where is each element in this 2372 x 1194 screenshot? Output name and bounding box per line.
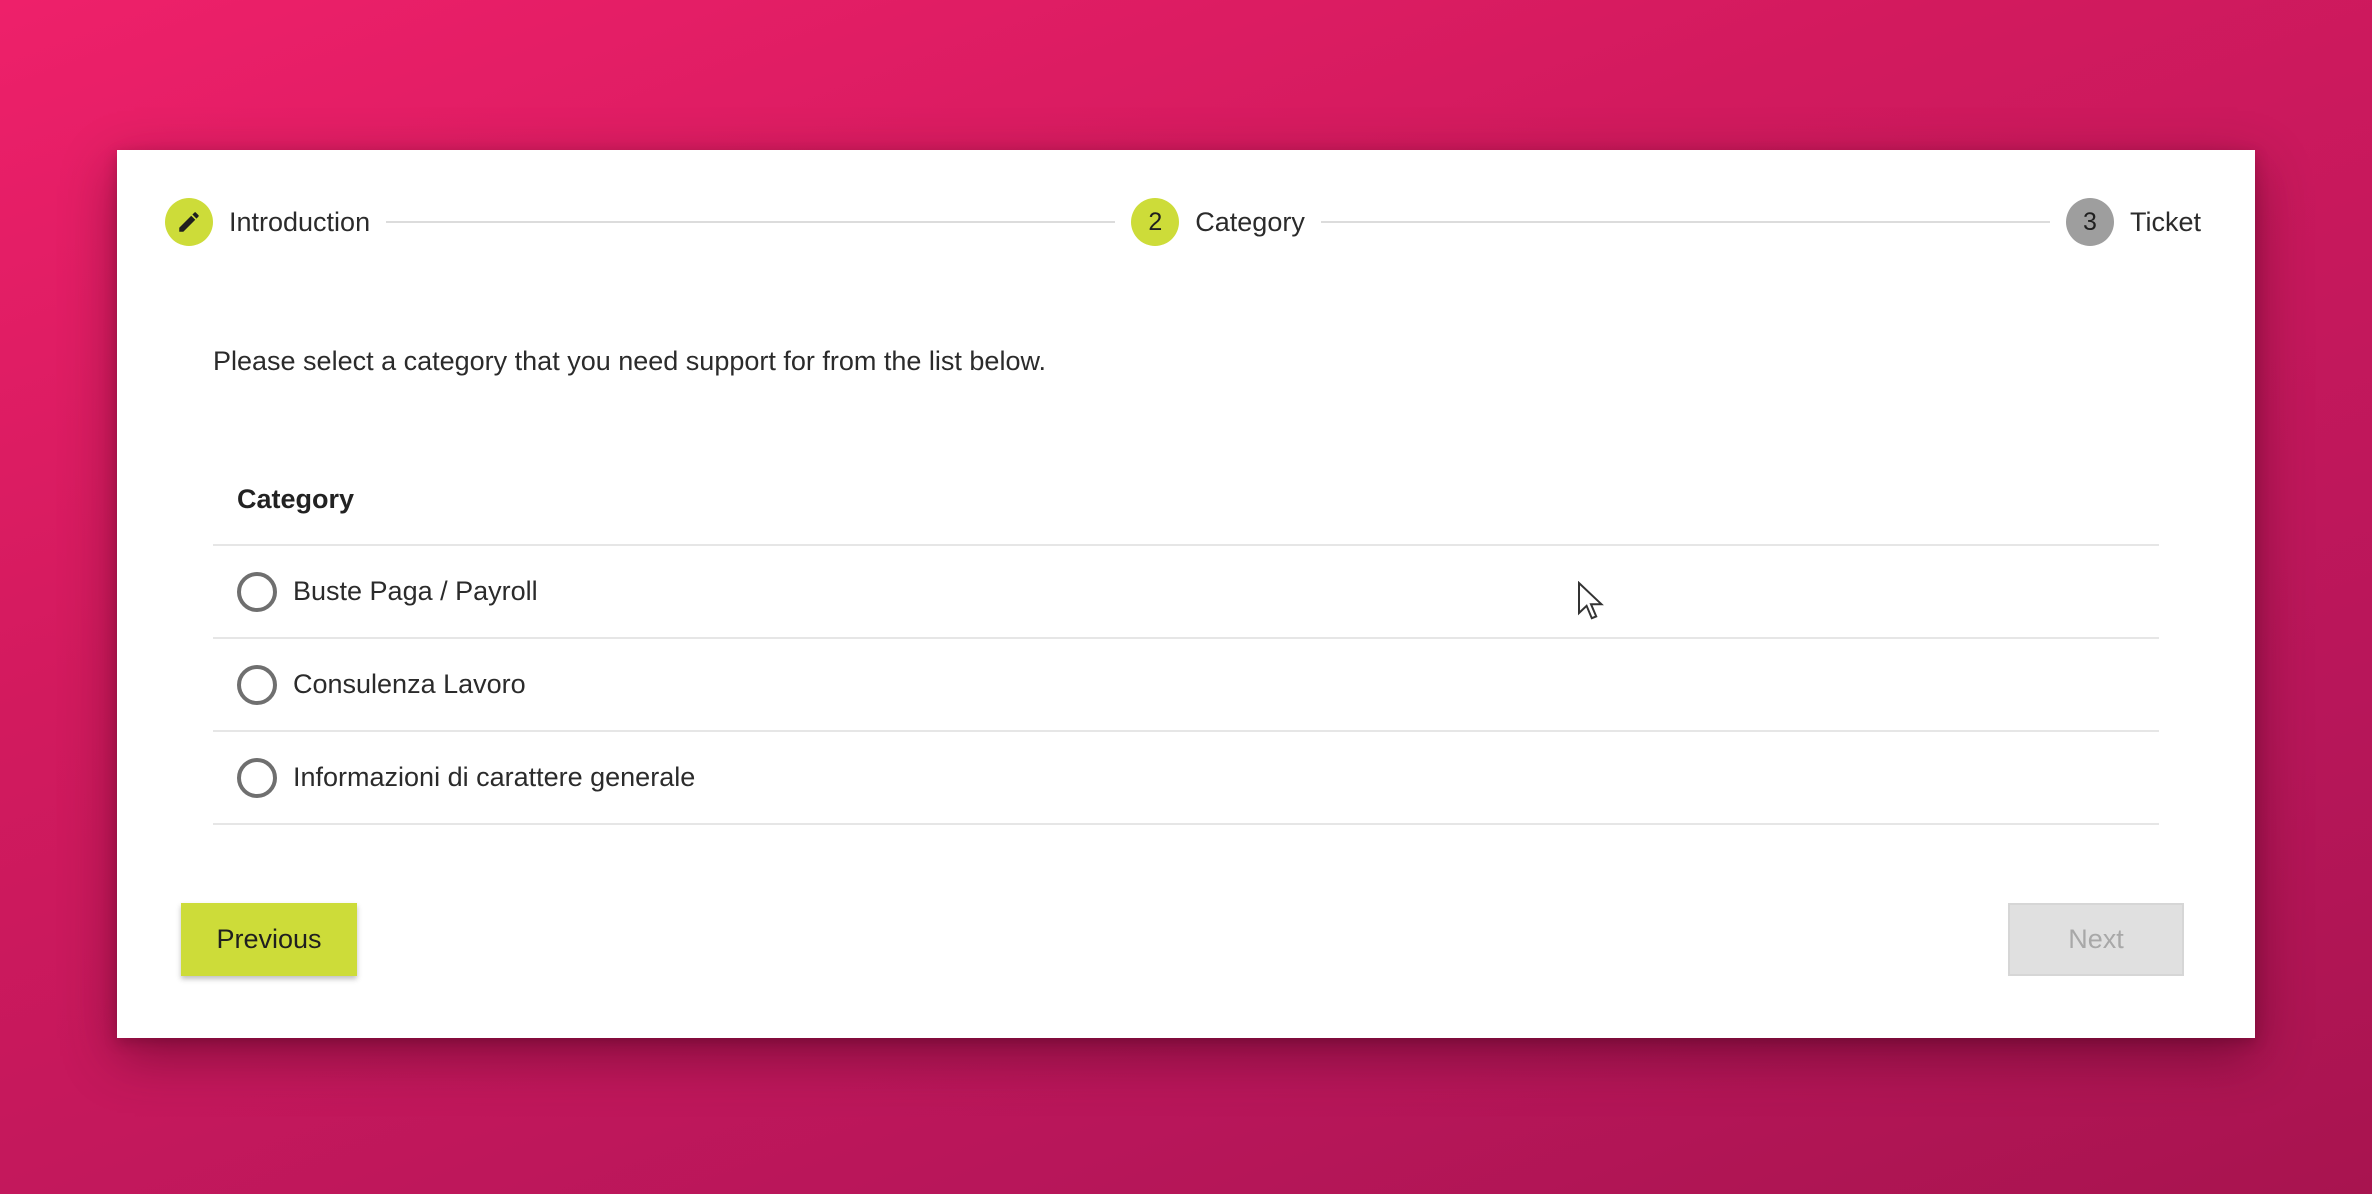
category-label: Buste Paga / Payroll (293, 576, 538, 606)
category-row-informazioni[interactable]: Informazioni di carattere generale (213, 732, 2159, 825)
next-button[interactable]: Next (2008, 903, 2184, 976)
radio-button[interactable] (237, 664, 277, 705)
step-connector (386, 221, 1116, 223)
table-header: Category (213, 454, 2159, 546)
previous-button[interactable]: Previous (181, 903, 357, 976)
step-category-marker: 2 (1131, 198, 1180, 246)
category-row-payroll[interactable]: Buste Paga / Payroll (213, 546, 2159, 639)
category-row-consulenza[interactable]: Consulenza Lavoro (213, 639, 2159, 732)
step-introduction-label: Introduction (229, 206, 371, 237)
stepper: Introduction 2 Category 3 Ticket (165, 198, 2201, 246)
step-ticket[interactable]: 3 Ticket (2066, 198, 2201, 246)
step-introduction[interactable]: Introduction (165, 198, 370, 246)
step-ticket-marker: 3 (2066, 198, 2114, 246)
category-label: Consulenza Lavoro (293, 669, 526, 699)
category-label: Informazioni di carattere generale (293, 762, 696, 792)
instruction-text: Please select a category that you need s… (213, 346, 1046, 376)
step-category[interactable]: 2 Category (1131, 198, 1305, 246)
radio-button[interactable] (237, 571, 277, 612)
category-table: Category Buste Paga / Payroll Consulenza… (213, 454, 2159, 825)
step-introduction-marker (165, 198, 213, 246)
pencil-icon (179, 212, 199, 232)
mouse-cursor-icon (1578, 581, 1604, 620)
step-ticket-label: Ticket (2130, 206, 2202, 237)
wizard-card: Introduction 2 Category 3 Ticket Please … (117, 150, 2255, 1038)
step-category-label: Category (1195, 206, 1305, 237)
radio-button[interactable] (237, 757, 277, 798)
step-connector (1320, 221, 2050, 223)
